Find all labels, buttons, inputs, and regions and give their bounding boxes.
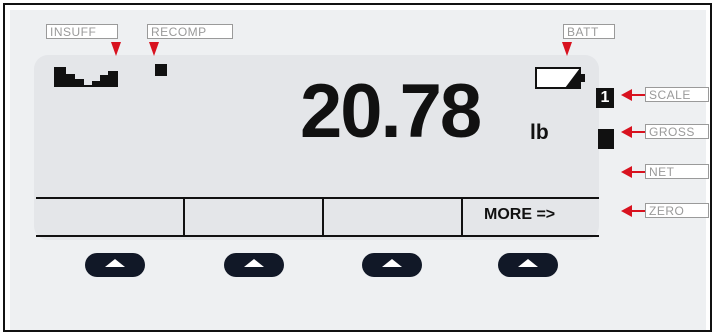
scale-number-indicator: 1 bbox=[596, 88, 614, 108]
battery-icon bbox=[535, 67, 585, 89]
insufficient-count-icon bbox=[54, 67, 118, 87]
recomp-indicator-icon bbox=[155, 64, 167, 76]
zero-callout: ZERO bbox=[645, 203, 709, 218]
softkey-divider bbox=[183, 199, 185, 235]
scale-arrow-icon bbox=[621, 89, 645, 101]
insuff-callout: INSUFF bbox=[46, 24, 118, 39]
recomp-callout: RECOMP bbox=[147, 24, 233, 39]
net-arrow-icon bbox=[621, 166, 645, 178]
softkey-label-more: MORE => bbox=[484, 206, 556, 223]
softkey-button-3[interactable] bbox=[362, 253, 422, 277]
insuff-arrow-icon bbox=[111, 42, 121, 56]
batt-arrow-icon bbox=[562, 42, 572, 56]
gross-arrow-icon bbox=[621, 126, 645, 138]
weight-reading: 20.78 bbox=[300, 69, 482, 154]
batt-callout: BATT bbox=[563, 24, 615, 39]
softkey-divider bbox=[322, 199, 324, 235]
softkey-divider bbox=[461, 199, 463, 235]
recomp-arrow-icon bbox=[149, 42, 159, 56]
net-callout: NET bbox=[645, 164, 709, 179]
softkey-button-4[interactable] bbox=[498, 253, 558, 277]
gross-callout: GROSS bbox=[645, 124, 709, 139]
weight-unit: lb bbox=[530, 121, 549, 144]
softkey-button-2[interactable] bbox=[224, 253, 284, 277]
gross-indicator-icon bbox=[598, 129, 614, 149]
zero-arrow-icon bbox=[621, 205, 645, 217]
softkey-button-1[interactable] bbox=[85, 253, 145, 277]
scale-callout: SCALE bbox=[645, 87, 709, 102]
